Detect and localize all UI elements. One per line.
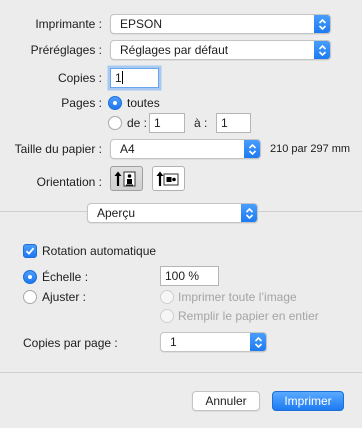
pages-to-label: à : [194, 116, 208, 130]
section-menu-popup[interactable]: Aperçu [87, 203, 258, 223]
paper-dimensions: 210 par 297 mm [270, 143, 351, 155]
pages-all-label: toutes [127, 96, 160, 110]
copies-per-page-value: 1 [170, 335, 177, 349]
pages-from-label: de : [127, 116, 148, 130]
portrait-icon [114, 171, 136, 187]
auto-rotate-checkbox[interactable] [23, 244, 37, 258]
pages-range-radio[interactable] [108, 116, 122, 130]
copies-label: Copies : [57, 71, 102, 85]
paper-size-value: A4 [120, 142, 135, 156]
chevron-updown-icon [314, 15, 330, 33]
copies-per-page-popup[interactable]: 1 [160, 332, 267, 352]
printer-value: EPSON [120, 17, 163, 31]
printer-popup[interactable]: EPSON [110, 14, 331, 34]
pages-from-field[interactable]: 1 [149, 113, 185, 133]
fit-whole-image-label: Imprimer toute l’image [178, 290, 297, 304]
separator [0, 372, 362, 373]
presets-value: Réglages par défaut [120, 43, 229, 57]
chevron-updown-icon [244, 140, 260, 158]
fit-whole-image-radio[interactable] [160, 290, 174, 304]
copies-per-page-label: Copies par page : [23, 336, 118, 350]
cancel-button[interactable]: Annuler [192, 391, 260, 411]
auto-rotate-label: Rotation automatique [42, 244, 157, 258]
presets-label: Préréglages : [30, 43, 102, 57]
orientation-landscape-button[interactable] [152, 166, 185, 191]
presets-popup[interactable]: Réglages par défaut [110, 40, 331, 60]
copies-field[interactable]: 1 [110, 68, 159, 88]
scale-radio[interactable] [23, 270, 37, 284]
copies-value: 1 [115, 71, 122, 85]
chevron-updown-icon [250, 333, 266, 351]
text-caret [121, 71, 123, 84]
fit-label: Ajuster : [42, 290, 87, 304]
paper-size-popup[interactable]: A4 [110, 139, 261, 159]
landscape-icon [156, 171, 179, 186]
print-button[interactable]: Imprimer [272, 391, 344, 411]
scale-label: Échelle : [42, 270, 89, 284]
orientation-label: Orientation : [36, 175, 102, 189]
chevron-updown-icon [314, 41, 330, 59]
printer-label: Imprimante : [35, 17, 102, 31]
fit-radio[interactable] [23, 290, 37, 304]
section-menu-value: Aperçu [97, 206, 136, 220]
pages-to-field[interactable]: 1 [216, 113, 251, 133]
checkmark-icon [25, 247, 35, 255]
pages-all-radio[interactable] [108, 96, 122, 110]
fill-paper-label: Remplir le papier en entier [178, 309, 319, 323]
pages-label: Pages : [61, 96, 102, 110]
print-dialog: { "printer": { "label": "Imprimante :", … [0, 0, 362, 428]
fill-paper-radio[interactable] [160, 309, 174, 323]
paper-size-label: Taille du papier : [14, 142, 102, 156]
chevron-updown-icon [241, 204, 257, 222]
scale-field[interactable]: 100 % [160, 266, 219, 286]
orientation-portrait-button[interactable] [110, 166, 143, 191]
